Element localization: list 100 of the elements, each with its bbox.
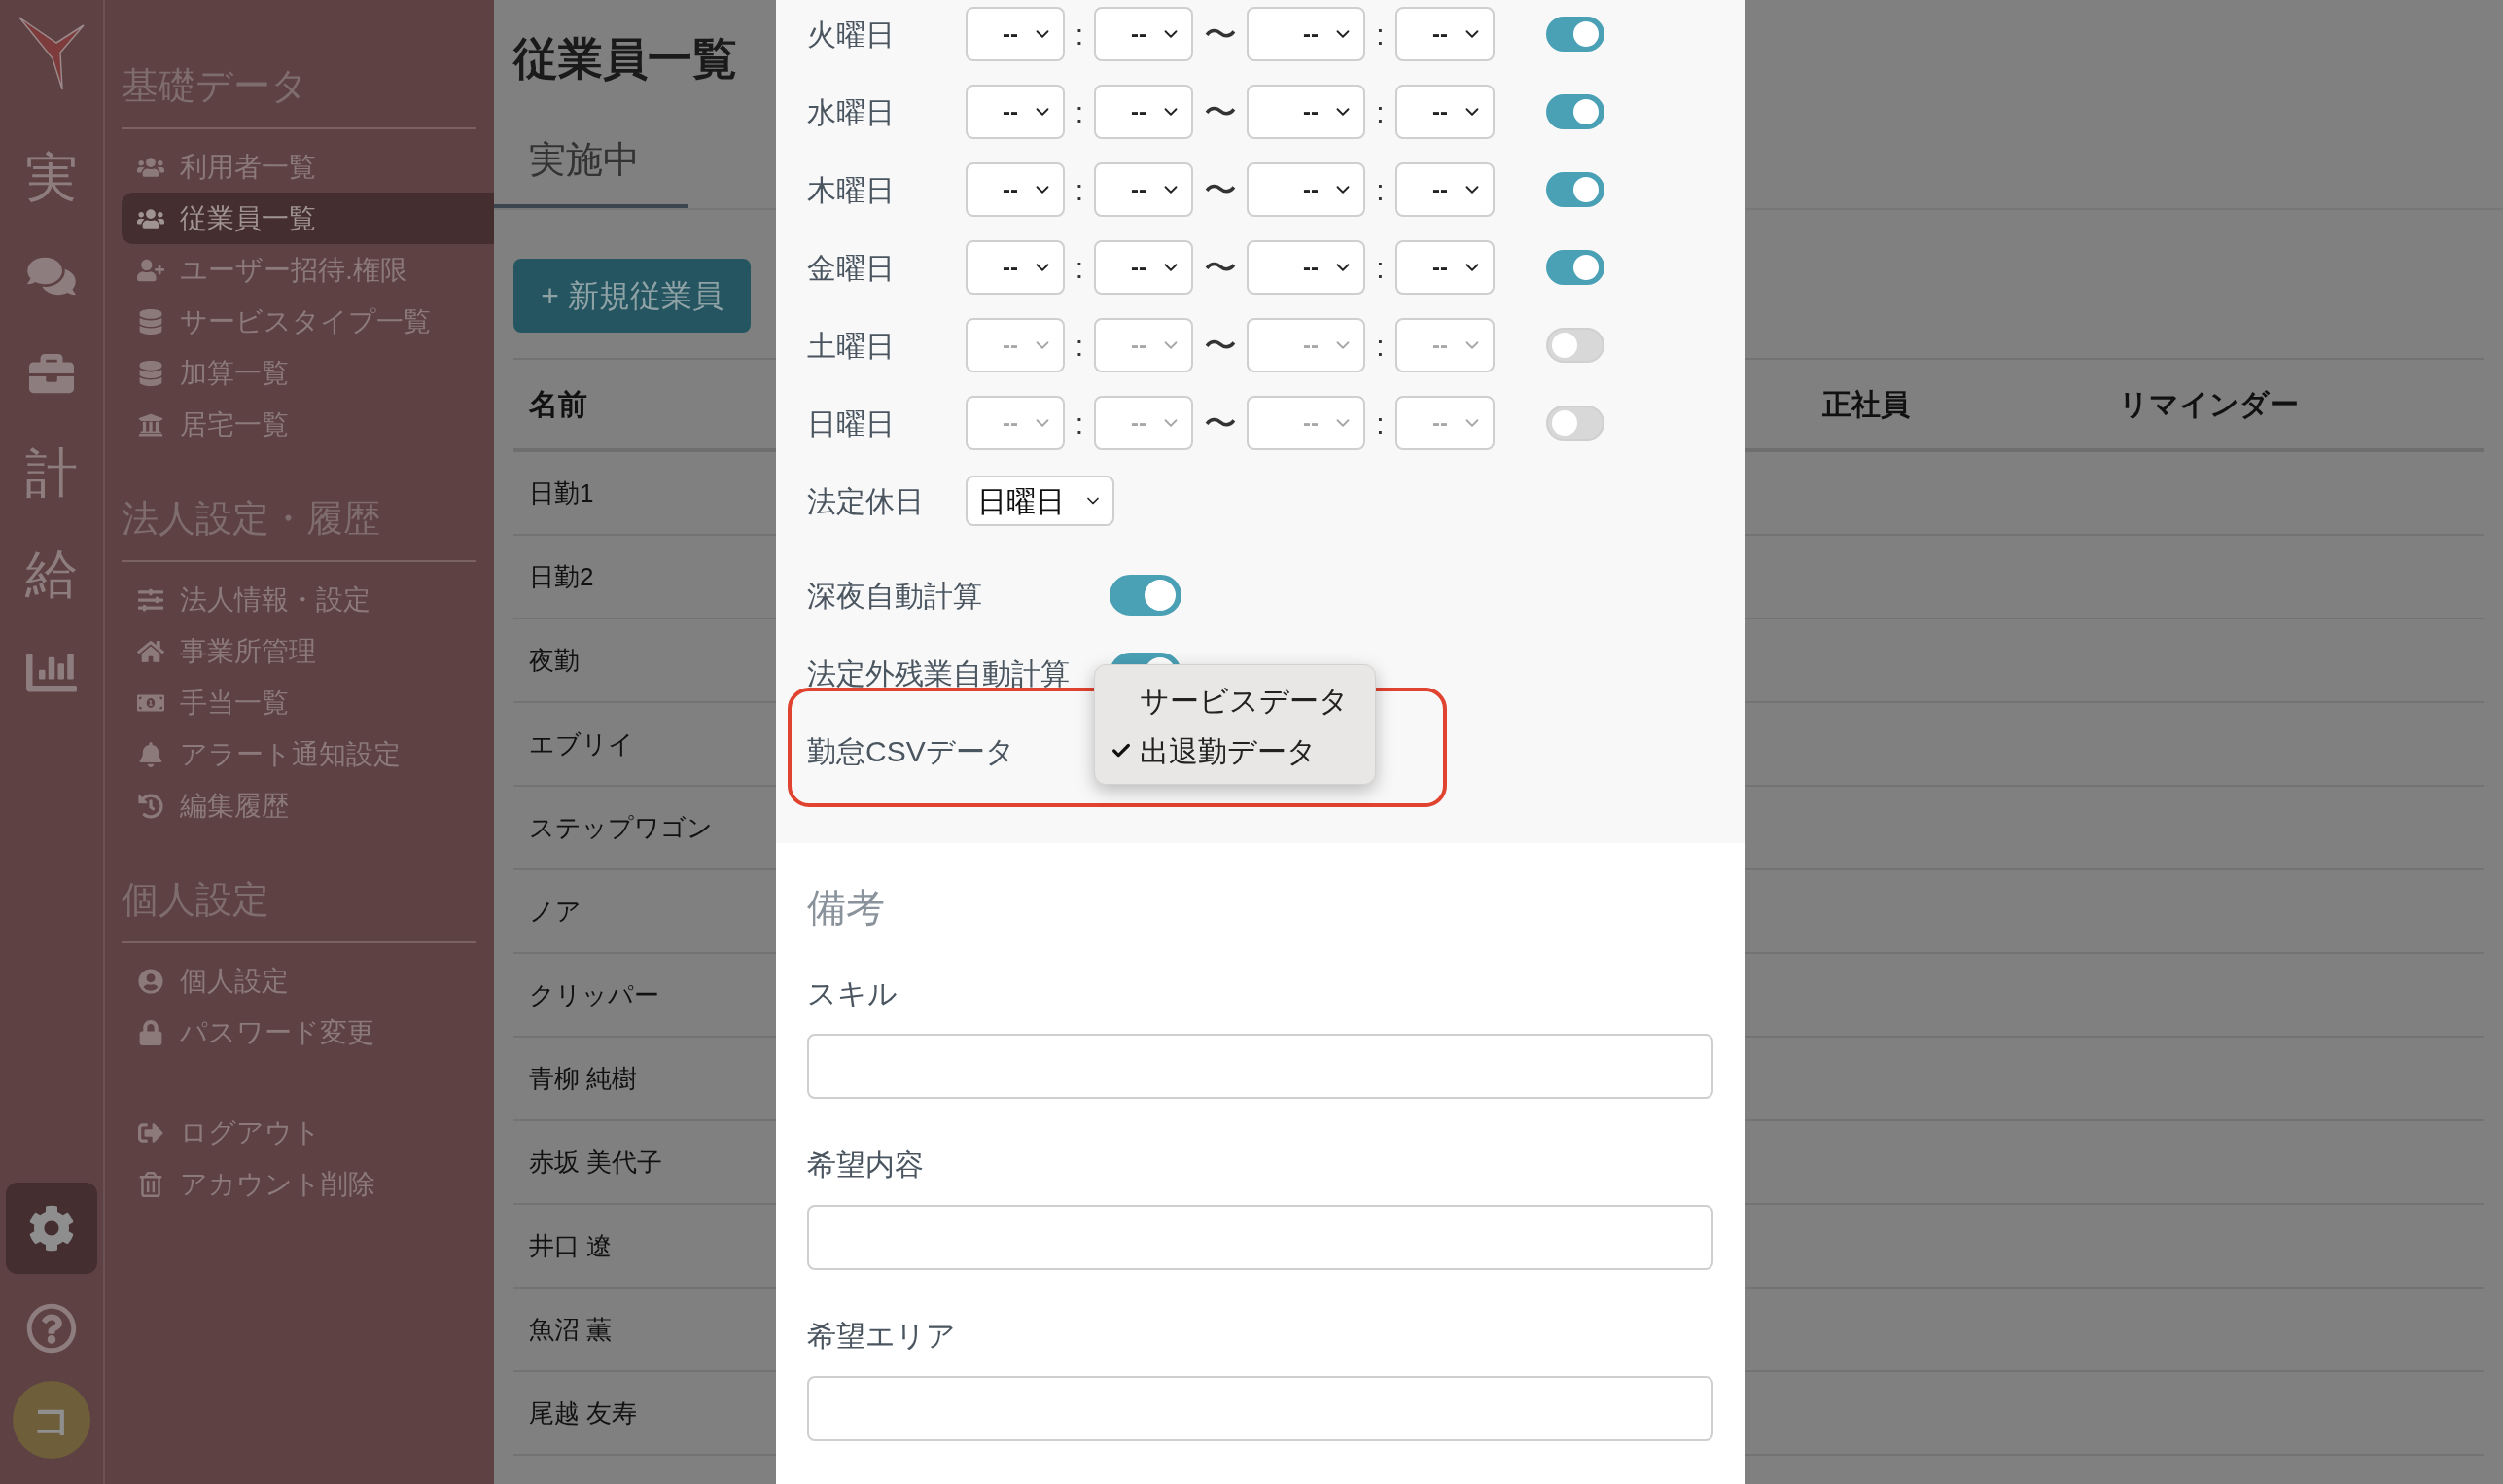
time-select[interactable]: -- (1094, 7, 1193, 61)
rail-link[interactable]: 実 (25, 151, 78, 203)
time-select[interactable]: -- (1247, 396, 1365, 450)
time-select[interactable]: -- (1247, 162, 1365, 217)
range-separator: 〜 (1202, 91, 1238, 132)
rail-link[interactable]: 計 (25, 446, 78, 499)
time-select[interactable]: -- (1247, 85, 1365, 139)
field-label: 希望エリア (807, 1319, 957, 1354)
user-avatar[interactable]: コ (13, 1381, 90, 1459)
column-header: 名前 (529, 388, 587, 420)
time-separator: : (1074, 94, 1085, 130)
database-icon (137, 360, 164, 386)
sidebar-item[interactable]: 手当一覧 (122, 677, 494, 728)
trash-icon (137, 1171, 164, 1197)
time-select[interactable]: -- (1094, 396, 1193, 450)
building-icon (137, 411, 164, 438)
bell-icon (137, 741, 164, 767)
sidebar-item[interactable]: 加算一覧 (122, 347, 494, 399)
time-select[interactable]: -- (1395, 7, 1495, 61)
time-separator: : (1375, 94, 1386, 130)
time-select[interactable]: -- (1395, 240, 1495, 295)
sidebar-item[interactable]: 法人情報・設定 (122, 574, 494, 625)
day-label: 土曜日 (807, 328, 896, 364)
time-select[interactable]: -- (966, 162, 1065, 217)
database-icon (137, 308, 164, 335)
sidebar-item[interactable]: サービスタイプ一覧 (122, 296, 494, 347)
text-field[interactable] (807, 1376, 1713, 1441)
help-icon[interactable] (26, 1303, 77, 1354)
toggle-switch[interactable] (1546, 406, 1604, 441)
page-title: 従業員一覧 (513, 31, 737, 86)
text-field[interactable] (807, 1034, 1713, 1099)
toggle-switch[interactable] (1546, 328, 1604, 363)
table-cell-text: 夜勤 (529, 644, 580, 677)
chat-icon[interactable] (27, 255, 76, 298)
sidebar-item[interactable]: 編集履歴 (122, 780, 494, 831)
day-label: 日曜日 (807, 406, 896, 442)
sidebar-item[interactable]: アカウント削除 (122, 1158, 494, 1210)
dropdown-option[interactable]: 出退勤データ (1095, 725, 1375, 776)
table-cell-text: 魚沼 薫 (529, 1313, 613, 1346)
holiday-select[interactable]: 日曜日 (966, 476, 1114, 526)
sidebar-item[interactable]: パスワード変更 (122, 1007, 494, 1058)
field-label: 希望内容 (807, 1148, 925, 1183)
time-select[interactable]: -- (966, 318, 1065, 372)
time-separator: : (1375, 406, 1386, 442)
section-heading: 備考 (807, 885, 886, 931)
time-separator: : (1375, 17, 1386, 53)
time-select[interactable]: -- (1094, 318, 1193, 372)
time-select[interactable]: -- (1094, 85, 1193, 139)
sidebar-item[interactable]: 居宅一覧 (122, 399, 494, 450)
time-separator: : (1074, 406, 1085, 442)
table-cell-text: 日勤1 (529, 477, 594, 510)
time-select[interactable]: -- (1247, 318, 1365, 372)
field-label: スキル (807, 976, 899, 1011)
new-employee-button[interactable]: + 新規従業員 (513, 259, 751, 333)
time-select[interactable]: -- (966, 240, 1065, 295)
sidebar-item[interactable]: 事業所管理 (122, 625, 494, 677)
table-cell-text: エブリイ (529, 727, 634, 760)
sidebar-item[interactable]: 利用者一覧 (122, 141, 494, 193)
table-cell-text: 尾越 友寿 (529, 1396, 638, 1430)
sidebar-item[interactable]: 個人設定 (122, 955, 494, 1007)
time-separator: : (1375, 250, 1386, 286)
table-cell-text: 青柳 純樹 (529, 1062, 638, 1095)
toggle-switch[interactable] (1110, 575, 1181, 616)
sidebar-item[interactable]: ユーザー招待.権限 (122, 244, 494, 296)
settings-button[interactable] (6, 1183, 97, 1274)
field-label: 法定休日 (807, 483, 925, 519)
toggle-switch[interactable] (1546, 172, 1604, 207)
time-select[interactable]: -- (1094, 240, 1193, 295)
time-select[interactable]: -- (1247, 7, 1365, 61)
time-select[interactable]: -- (1395, 162, 1495, 217)
tab[interactable]: 実施中 (494, 115, 688, 208)
time-separator: : (1375, 172, 1386, 208)
toggle-switch[interactable] (1546, 94, 1604, 129)
time-select[interactable]: -- (1395, 396, 1495, 450)
time-separator: : (1074, 17, 1085, 53)
text-field[interactable] (807, 1205, 1713, 1270)
briefcase-icon[interactable] (27, 351, 76, 396)
settings-icon (28, 1205, 75, 1252)
range-separator: 〜 (1202, 247, 1238, 288)
time-select[interactable]: -- (966, 7, 1065, 61)
time-separator: : (1074, 250, 1085, 286)
time-select[interactable]: -- (1094, 162, 1193, 217)
time-select[interactable]: -- (1395, 318, 1495, 372)
dropdown-option[interactable]: サービスデータ (1095, 675, 1375, 725)
time-select[interactable]: -- (966, 396, 1065, 450)
rail-link[interactable]: 給 (25, 548, 78, 600)
toggle-switch[interactable] (1546, 250, 1604, 285)
range-separator: 〜 (1202, 169, 1238, 210)
time-select[interactable]: -- (966, 85, 1065, 139)
sidebar-item[interactable]: アラート通知設定 (122, 728, 494, 780)
user-icon (137, 968, 164, 994)
table-cell-text: ステップワゴン (529, 811, 713, 844)
time-separator: : (1375, 328, 1386, 364)
home-icon (137, 638, 164, 664)
toggle-switch[interactable] (1546, 17, 1604, 52)
time-select[interactable]: -- (1247, 240, 1365, 295)
sidebar-item[interactable]: 従業員一覧 (122, 193, 494, 244)
time-select[interactable]: -- (1395, 85, 1495, 139)
table-cell-text: 赤坂 美代子 (529, 1146, 663, 1179)
sidebar-item[interactable]: ログアウト (122, 1107, 494, 1158)
